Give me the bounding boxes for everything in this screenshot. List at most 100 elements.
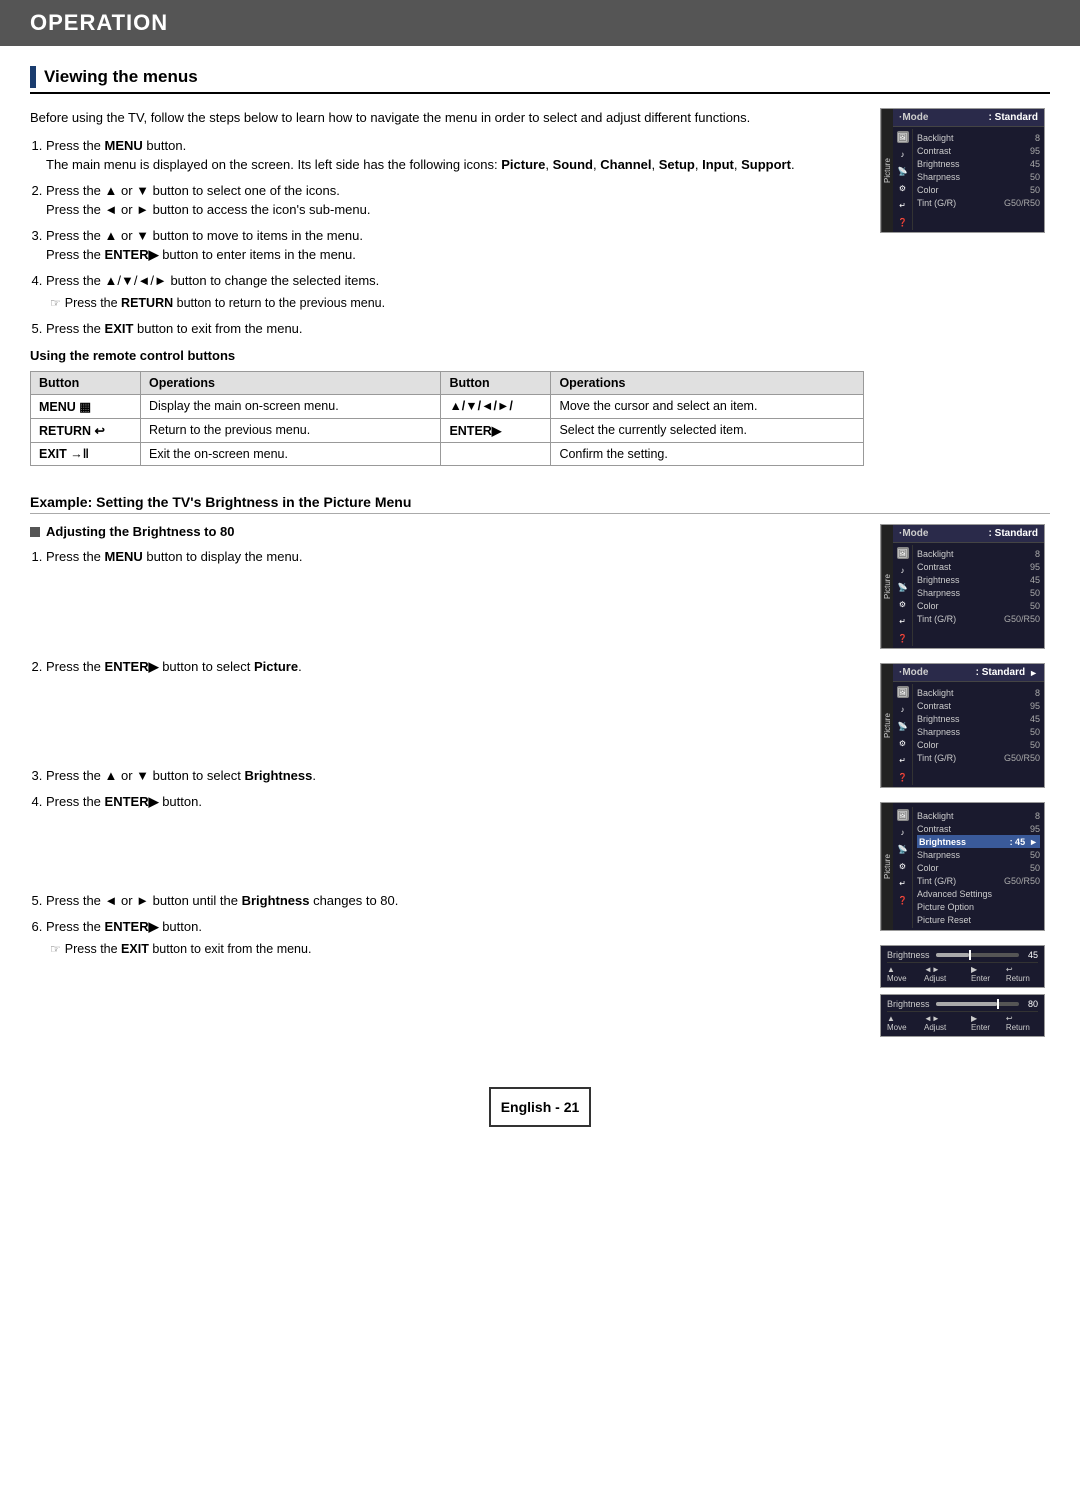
tv-menu-2-wrapper: Picture ·Mode : Standard 🖼 ♪ 📡 <box>881 525 1044 648</box>
step-4-note: ☞ Press the RETURN button to return to t… <box>50 294 864 313</box>
tv-menu-4-body: 🖼 ♪ 📡 ⚙ ↵ ❓ Backlight <box>893 803 1044 930</box>
screenshots-bottom: Picture ·Mode : Standard 🖼 ♪ 📡 <box>880 524 1050 1037</box>
step-5: Press the EXIT button to exit from the m… <box>46 319 864 339</box>
tv-menu-3-body: 🖼 ♪ 📡 ⚙ ↵ ❓ Backlight <box>893 682 1044 787</box>
picture-icon-3: 🖼 <box>897 686 909 698</box>
step-3: Press the ▲ or ▼ button to move to items… <box>46 226 864 265</box>
mode-value: : Standard <box>989 112 1038 123</box>
picture-icon-2: 🖼 <box>897 547 909 559</box>
page-header: OPERATION <box>0 0 1080 46</box>
menu-item-tint: Tint (G/R) G50/R50 <box>917 196 1040 209</box>
screenshot-column-top: Picture ·Mode : Standard 🖼 ♪ 📡 ⚙ <box>880 108 1050 480</box>
col-header-ops1: Operations <box>141 372 441 395</box>
tv-menu-1-side-label: Picture <box>881 109 893 232</box>
mode-arrow-3: ► <box>1029 668 1038 678</box>
tv-menu-2-body: 🖼 ♪ 📡 ⚙ ↵ ❓ Backlight <box>893 543 1044 648</box>
tv-menu-2-icons: 🖼 ♪ 📡 ⚙ ↵ ❓ <box>893 545 913 646</box>
sound-icon-3: ♪ <box>897 703 909 715</box>
input-icon-4: ↵ <box>897 877 909 889</box>
setup-icon-3: ⚙ <box>897 737 909 749</box>
menu-item-sharpness: Sharpness 50 <box>917 170 1040 183</box>
mode-value-3: : Standard <box>976 667 1025 678</box>
setup-icon-2: ⚙ <box>897 598 909 610</box>
menu-item-contrast: Contrast 95 <box>917 144 1040 157</box>
channel-icon-4: 📡 <box>897 843 909 855</box>
tv-menu-2-header: ·Mode : Standard <box>893 525 1044 543</box>
menu-item-color: Color 50 <box>917 183 1040 196</box>
step-2: Press the ▲ or ▼ button to select one of… <box>46 181 864 220</box>
ex-step-5: Press the ◄ or ► button until the Bright… <box>46 891 864 911</box>
tv-menu-3: Picture ·Mode : Standard ► <box>880 663 1045 788</box>
btn-enter: ENTER▶ <box>441 419 551 443</box>
menu2-item-color: Color 50 <box>917 599 1040 612</box>
btn-enter2 <box>441 443 551 466</box>
steps-list: Press the MENU button. The main menu is … <box>46 136 864 339</box>
tv-menu-1-inner: ·Mode : Standard 🖼 ♪ 📡 ⚙ ↵ ❓ <box>893 109 1044 232</box>
btn-arrows: ▲/▼/◄/►/ <box>441 395 551 419</box>
tv-menu-4: Picture 🖼 ♪ 📡 ⚙ ↵ ❓ <box>880 802 1045 931</box>
input-icon: ↵ <box>897 199 909 211</box>
tv-menu-1-items: Backlight 8 Contrast 95 Brightness 45 <box>913 129 1044 230</box>
tv-menu-4-wrapper: Picture 🖼 ♪ 📡 ⚙ ↵ ❓ <box>881 803 1044 930</box>
example-title: Example: Setting the TV's Brightness in … <box>30 494 1050 514</box>
mode-value-2: : Standard <box>989 528 1038 539</box>
tv-menu-4-items: Backlight 8 Contrast 95 Brightness <box>913 807 1044 928</box>
ex-step-2: Press the ENTER▶ button to select Pictur… <box>46 657 864 677</box>
ops-confirm: Confirm the setting. <box>551 443 864 466</box>
section-accent-bar <box>30 66 36 88</box>
slider-1-controls: ▲ Move ◄► Adjust ▶ Enter ↩ Return <box>887 962 1038 983</box>
ops-table-header-row: Button Operations Button Operations <box>31 372 864 395</box>
step-1-menu-bold: MENU <box>105 138 143 153</box>
example-text-column: Adjusting the Brightness to 80 Press the… <box>30 524 864 1037</box>
menu3-item-tint: Tint (G/R) G50/R50 <box>917 751 1040 764</box>
slider-2-label: Brightness <box>887 999 932 1009</box>
adjusting-title: Adjusting the Brightness to 80 <box>30 524 864 539</box>
main-layout: Before using the TV, follow the steps be… <box>30 108 1050 480</box>
tv-menu-1-body: 🖼 ♪ 📡 ⚙ ↵ ❓ Backlight 8 <box>893 127 1044 232</box>
ex-step-6-note: ☞ Press the EXIT button to exit from the… <box>50 940 864 959</box>
tv-menu-1: Picture ·Mode : Standard 🖼 ♪ 📡 ⚙ <box>880 108 1045 233</box>
tv-menu-4-inner: 🖼 ♪ 📡 ⚙ ↵ ❓ Backlight <box>893 803 1044 930</box>
menu4-item-tint: Tint (G/R) G50/R50 <box>917 874 1040 887</box>
menu4-item-adv: Advanced Settings <box>917 887 1040 900</box>
channel-icon-2: 📡 <box>897 581 909 593</box>
operations-table: Button Operations Button Operations MENU… <box>30 371 864 466</box>
col-header-button1: Button <box>31 372 141 395</box>
support-icon-3: ❓ <box>897 771 909 783</box>
menu2-item-contrast: Contrast 95 <box>917 560 1040 573</box>
menu2-item-sharpness: Sharpness 50 <box>917 586 1040 599</box>
slider-1-label: Brightness <box>887 950 932 960</box>
channel-icon: 📡 <box>897 165 909 177</box>
example-section: Example: Setting the TV's Brightness in … <box>30 494 1050 1037</box>
support-icon: ❓ <box>897 216 909 228</box>
step-4: Press the ▲/▼/◄/► button to change the s… <box>46 271 864 313</box>
support-icon-2: ❓ <box>897 632 909 644</box>
page-content: Viewing the menus Before using the TV, f… <box>0 66 1080 1157</box>
ops-arrows: Move the cursor and select an item. <box>551 395 864 419</box>
brightness-slider-2: Brightness 80 ▲ Move ◄► Adjust ▶ Enter ↩… <box>880 994 1045 1037</box>
slider-1-value: 45 <box>1023 950 1038 960</box>
menu4-item-sharpness: Sharpness 50 <box>917 848 1040 861</box>
table-row: MENU ▦ Display the main on-screen menu. … <box>31 395 864 419</box>
sound-icon-4: ♪ <box>897 826 909 838</box>
menu-item-backlight: Backlight 8 <box>917 131 1040 144</box>
ex-step-4: Press the ENTER▶ button. <box>46 792 864 812</box>
note-symbol-2: ☞ <box>50 940 61 958</box>
slider-2-track <box>936 1002 1019 1006</box>
slider-1-track <box>936 953 1019 957</box>
square-icon <box>30 527 40 537</box>
menu3-item-brightness: Brightness 45 <box>917 712 1040 725</box>
using-remote-label: Using the remote control buttons <box>30 348 864 363</box>
footer-label: English - 21 <box>501 1099 580 1115</box>
setup-icon: ⚙ <box>897 182 909 194</box>
tv-menu-1-icons: 🖼 ♪ 📡 ⚙ ↵ ❓ <box>893 129 913 230</box>
slider-2-fill <box>936 1002 997 1006</box>
menu3-item-color: Color 50 <box>917 738 1040 751</box>
col-header-ops2: Operations <box>551 372 864 395</box>
tv-menu-2-side-label: Picture <box>881 525 893 648</box>
menu4-item-pic-reset: Picture Reset <box>917 913 1040 926</box>
btn-menu: MENU ▦ <box>31 395 141 419</box>
menu2-item-backlight: Backlight 8 <box>917 547 1040 560</box>
ops-exit: Exit the on-screen menu. <box>141 443 441 466</box>
mode-label-3: ·Mode <box>899 667 928 678</box>
